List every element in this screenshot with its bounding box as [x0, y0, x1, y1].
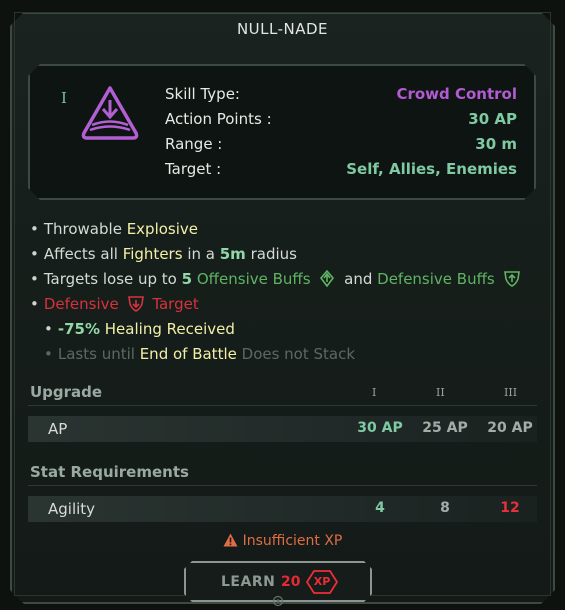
upgrade-level-3: III: [504, 386, 518, 399]
xp-badge-icon: XP: [306, 570, 338, 594]
effect-text: Affects all: [43, 245, 118, 263]
info-key: Range :: [165, 135, 223, 153]
info-value: Self, Allies, Enemies: [346, 160, 517, 178]
requirement-row-agility: Agility 4 8 12: [28, 496, 537, 522]
info-key: Skill Type:: [165, 85, 240, 103]
info-value: 30 AP: [468, 110, 517, 128]
upgrade-row-ap: AP 30 AP 25 AP 20 AP: [28, 416, 537, 442]
effect-keyword: Explosive: [126, 220, 199, 238]
learn-cost: 20: [281, 574, 301, 590]
effect-keyword: Fighters: [122, 245, 183, 263]
warning-triangle-icon: [223, 533, 238, 547]
defensive-buff-icon: [503, 271, 520, 287]
upgrade-value-1: 30 AP: [357, 420, 403, 436]
xp-label: XP: [313, 575, 331, 588]
effect-value: 5: [181, 270, 193, 288]
effect-line-throwable: • Throwable Explosive: [30, 220, 199, 238]
effect-text: Throwable: [43, 220, 122, 238]
requirement-value-2: 8: [440, 500, 450, 516]
upgrade-level-1: I: [372, 386, 377, 399]
effect-line-buff-removal: • Targets lose up to 5 Offensive Buffs an…: [30, 270, 524, 288]
effect-line-area: • Affects all Fighters in a 5m radius: [30, 245, 297, 263]
offensive-buff-icon: [320, 270, 335, 287]
info-row-target: Target : Self, Allies, Enemies: [165, 160, 517, 182]
effect-keyword: Healing Received: [104, 320, 235, 338]
effect-line-healing: • -75% Healing Received: [44, 320, 235, 338]
upgrade-row-label: AP: [48, 420, 68, 438]
info-value: 30 m: [475, 135, 517, 153]
effect-line-duration: • Lasts until End of Battle Does not Stac…: [44, 345, 356, 363]
info-row-skill-type: Skill Type: Crowd Control: [165, 85, 517, 107]
upgrade-value-3: 20 AP: [487, 420, 533, 436]
defensive-debuff-icon: [127, 296, 144, 312]
upgrade-header: Upgrade I II III: [28, 380, 537, 406]
effect-keyword: Defensive Buffs: [377, 270, 495, 288]
requirement-value-1: 4: [375, 500, 385, 516]
effect-text: Targets lose up to: [43, 270, 177, 288]
info-row-range: Range : 30 m: [165, 135, 517, 157]
effect-text: Does not Stack: [241, 345, 356, 363]
info-row-action-points: Action Points : 30 AP: [165, 110, 517, 132]
upgrade-value-2: 25 AP: [422, 420, 468, 436]
effect-value: 5m: [219, 245, 246, 263]
effect-text: radius: [250, 245, 297, 263]
effect-keyword: Offensive Buffs: [196, 270, 311, 288]
requirement-row-label: Agility: [48, 500, 96, 518]
requirements-heading: Stat Requirements: [30, 463, 189, 481]
footer-ornament-icon: [272, 595, 284, 607]
effect-line-debuff: • Defensive Target: [30, 295, 199, 313]
effect-text: in a: [187, 245, 215, 263]
skill-title: NULL-NADE: [236, 20, 329, 38]
skill-rank-mark: I: [61, 89, 67, 107]
info-key: Target :: [165, 160, 222, 178]
requirements-header: Stat Requirements: [28, 460, 537, 486]
upgrade-level-2: II: [436, 386, 445, 399]
effect-text: Lasts until: [57, 345, 135, 363]
info-value: Crowd Control: [396, 85, 517, 103]
effect-value: -75%: [57, 320, 100, 338]
info-key: Action Points :: [165, 110, 272, 128]
requirement-value-3: 12: [500, 500, 520, 516]
grenade-down-arrow-icon: [81, 86, 139, 140]
effect-keyword: Target: [152, 295, 199, 313]
effect-text: and: [344, 270, 373, 288]
upgrade-heading: Upgrade: [30, 383, 103, 401]
insufficient-xp-warning: Insufficient XP: [0, 533, 565, 549]
effect-keyword: Defensive: [43, 295, 119, 313]
learn-label: LEARN: [221, 574, 276, 590]
effect-keyword: End of Battle: [139, 345, 237, 363]
warning-text: Insufficient XP: [242, 533, 343, 549]
